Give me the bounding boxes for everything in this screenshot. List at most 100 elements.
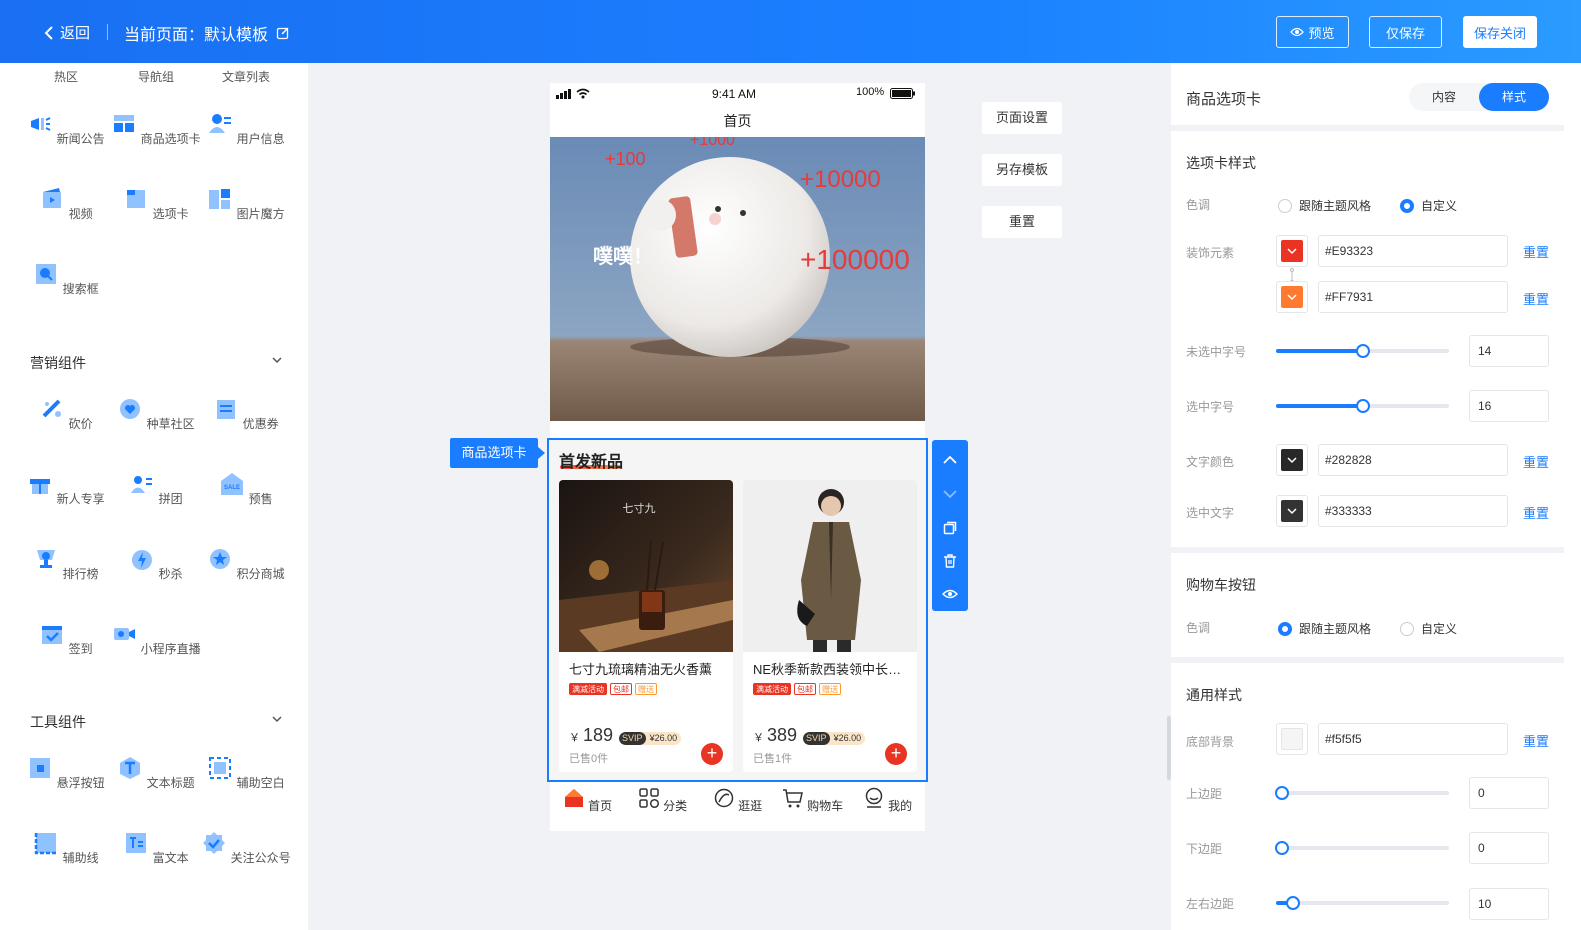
- banner-image[interactable]: +100 +1000 +10000 +100000 噗噗！: [550, 137, 925, 421]
- bargain-icon: [42, 399, 62, 418]
- lr-margin-input[interactable]: 10: [1469, 888, 1549, 920]
- component-ranking[interactable]: 排行榜: [21, 546, 111, 582]
- cart-follow-theme-radio[interactable]: 跟随主题风格: [1278, 620, 1371, 637]
- component-coupon[interactable]: 优惠券: [201, 396, 291, 432]
- save-close-label: 保存关闭: [1473, 25, 1526, 41]
- decor-color1-input[interactable]: #E93323: [1318, 235, 1508, 267]
- tab-category[interactable]: 分类: [625, 783, 700, 831]
- component-points-mall[interactable]: 积分商城: [201, 546, 291, 582]
- slider-handle[interactable]: [1286, 896, 1301, 910]
- selected-text-input[interactable]: #333333: [1318, 495, 1508, 527]
- slider-handle[interactable]: [1355, 344, 1370, 358]
- selected-font-input[interactable]: 16: [1469, 390, 1549, 422]
- decor-color2-reset[interactable]: 重置: [1523, 289, 1549, 308]
- component-divider[interactable]: 辅助线: [21, 830, 111, 866]
- decor-color2-swatch[interactable]: [1276, 281, 1308, 313]
- bottom-bg-input[interactable]: #f5f5f5: [1318, 723, 1508, 755]
- tab-discover[interactable]: 逛逛: [700, 783, 775, 831]
- decor-color2-input[interactable]: #FF7931: [1318, 281, 1508, 313]
- top-margin-slider[interactable]: [1275, 786, 1449, 800]
- back-button[interactable]: 返回: [44, 22, 90, 43]
- top-margin-label: 上边距: [1186, 787, 1223, 801]
- page-settings-button[interactable]: 页面设置: [982, 102, 1062, 134]
- tab-cart[interactable]: 购物车: [775, 783, 850, 831]
- tab-content[interactable]: 内容: [1409, 83, 1479, 111]
- unselected-font-slider[interactable]: [1276, 344, 1449, 358]
- banner-text-2: +10000: [800, 166, 881, 193]
- component-label: 种草社区: [146, 417, 195, 431]
- save-close-button[interactable]: 保存关闭: [1463, 16, 1537, 48]
- properties-panel: 商品选项卡 内容 样式 选项卡样式 色调 跟随主题风格 自定义 装饰元素 #E9…: [1171, 63, 1581, 930]
- tab-profile[interactable]: 我的: [850, 783, 925, 831]
- decor-color1-swatch[interactable]: [1276, 235, 1308, 267]
- component-bargain[interactable]: 砍价: [21, 396, 111, 432]
- component-blank[interactable]: 辅助空白: [201, 755, 291, 791]
- text-color-swatch[interactable]: [1276, 444, 1308, 476]
- cart-custom-radio[interactable]: 自定义: [1400, 620, 1457, 637]
- delete-button[interactable]: [932, 544, 968, 578]
- component-article-list[interactable]: 文章列表: [201, 68, 291, 85]
- product-card[interactable]: 七寸九 七寸九琉璃精油无火香薰 满减活动 包邮 赠送 ￥ 189 SVIP ¥26…: [559, 480, 733, 772]
- save-only-button[interactable]: 仅保存: [1369, 16, 1442, 48]
- tab-heading[interactable]: 首发新品: [559, 448, 623, 472]
- decor-color1-reset[interactable]: 重置: [1523, 242, 1549, 261]
- tone-follow-theme-radio[interactable]: 跟随主题风格: [1278, 197, 1371, 214]
- component-hotspot[interactable]: 热区: [21, 68, 111, 85]
- component-follow[interactable]: 关注公众号: [201, 830, 291, 866]
- component-live[interactable]: 小程序直播: [111, 621, 201, 657]
- top-margin-input[interactable]: 0: [1469, 777, 1549, 809]
- component-search-box[interactable]: 搜索框: [21, 261, 111, 297]
- edit-icon[interactable]: [276, 26, 290, 40]
- visibility-button[interactable]: [932, 577, 968, 611]
- tone-custom-radio[interactable]: 自定义: [1400, 197, 1457, 214]
- bottom-bg-swatch[interactable]: [1276, 723, 1308, 755]
- component-nav-group[interactable]: 导航组: [111, 68, 201, 85]
- reset-canvas-button[interactable]: 重置: [982, 206, 1062, 238]
- product-card[interactable]: NE秋季新款西装领中长款风衣 满减活动 包邮 赠送 ￥ 389 SVIP ¥26.…: [743, 480, 917, 772]
- copy-button[interactable]: [932, 511, 968, 545]
- tab-home[interactable]: 首页: [550, 783, 625, 831]
- component-product-tabs[interactable]: 商品选项卡: [111, 111, 201, 147]
- move-down-button[interactable]: [932, 477, 968, 511]
- live-icon: [114, 628, 136, 640]
- selected-text-swatch[interactable]: [1276, 495, 1308, 527]
- unselected-font-input[interactable]: 14: [1469, 335, 1549, 367]
- bottom-margin-slider[interactable]: [1275, 841, 1449, 855]
- component-float-button[interactable]: 悬浮按钮: [21, 755, 111, 791]
- product-tabs-component[interactable]: 首发新品 七寸九 七寸九琉璃精油无火香薰 满减活动 包邮 赠送 ￥ 189 SV…: [547, 438, 928, 782]
- component-news[interactable]: 新闻公告: [21, 111, 111, 147]
- component-text-title[interactable]: 文本标题: [111, 755, 201, 791]
- component-video[interactable]: 视频: [21, 186, 111, 222]
- component-image-cube[interactable]: 图片魔方: [201, 186, 291, 222]
- move-up-button[interactable]: [932, 443, 968, 477]
- slider-handle[interactable]: [1275, 786, 1289, 800]
- chevron-down-icon[interactable]: [271, 354, 283, 366]
- preview-button[interactable]: 预览: [1276, 16, 1349, 48]
- bottom-bg-reset[interactable]: 重置: [1523, 731, 1549, 750]
- component-new-user[interactable]: 新人专享: [21, 471, 111, 507]
- component-flash-sale[interactable]: 秒杀: [111, 546, 201, 582]
- add-to-cart-button[interactable]: +: [701, 743, 723, 765]
- tabs-icon: [127, 190, 146, 208]
- component-community[interactable]: 种草社区: [111, 396, 201, 432]
- bottom-margin-input[interactable]: 0: [1469, 832, 1549, 864]
- text-color-input[interactable]: #282828: [1318, 444, 1508, 476]
- marketing-section-title[interactable]: 营销组件: [30, 353, 86, 373]
- selected-text-reset[interactable]: 重置: [1523, 503, 1549, 522]
- add-to-cart-button[interactable]: +: [885, 743, 907, 765]
- component-rich-text[interactable]: 富文本: [111, 830, 201, 866]
- selected-font-slider[interactable]: [1276, 399, 1449, 413]
- component-tabs[interactable]: 选项卡: [111, 186, 201, 222]
- component-group-buy[interactable]: 拼团: [111, 471, 201, 507]
- slider-handle[interactable]: [1355, 399, 1370, 413]
- component-checkin[interactable]: 签到: [21, 621, 111, 657]
- text-color-reset[interactable]: 重置: [1523, 452, 1549, 471]
- component-user-info[interactable]: 用户信息: [201, 111, 291, 147]
- slider-handle[interactable]: [1275, 841, 1289, 855]
- tab-style[interactable]: 样式: [1479, 83, 1549, 111]
- lr-margin-slider[interactable]: [1276, 896, 1449, 910]
- chevron-down-icon[interactable]: [271, 713, 283, 725]
- component-presale[interactable]: SALE 预售: [201, 471, 291, 507]
- tools-section-title[interactable]: 工具组件: [30, 712, 86, 732]
- save-as-template-button[interactable]: 另存模板: [982, 154, 1062, 186]
